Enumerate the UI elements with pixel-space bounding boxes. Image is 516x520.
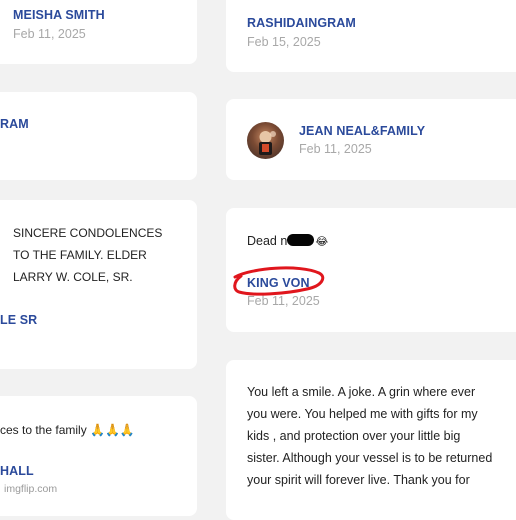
left-comment-card-1: MEISHA SMITH Feb 11, 2025 — [0, 0, 197, 64]
message-line: you were. You helped me with gifts for m… — [247, 407, 478, 421]
message-line: LARRY W. COLE, SR. — [13, 270, 133, 284]
message-line: SINCERE CONDOLENCES — [13, 226, 163, 240]
commenter-name[interactable]: MEISHA SMITH — [13, 8, 105, 22]
commenter-name[interactable]: LE SR — [0, 313, 37, 327]
left-comment-card-2: RAM — [0, 92, 197, 180]
commenter-name[interactable]: RASHIDAINGRAM — [247, 16, 356, 30]
comment-message: ces to the family 🙏🙏🙏 — [0, 423, 135, 437]
avatar[interactable] — [247, 122, 284, 159]
redaction-scribble — [287, 234, 315, 246]
message-text: Dead n — [247, 234, 288, 248]
commenter-name[interactable]: JEAN NEAL&FAMILY — [299, 124, 425, 138]
avatar-photo — [259, 131, 276, 155]
comment-message: You left a smile. A joke. A grin where e… — [247, 381, 492, 491]
message-line: kids , and protection over your little b… — [247, 429, 461, 443]
message-line: sister. Although your vessel is to be re… — [247, 451, 493, 465]
right-comment-card-2: JEAN NEAL&FAMILY Feb 11, 2025 — [226, 99, 516, 180]
left-comment-card-4: ces to the family 🙏🙏🙏 HALL — [0, 396, 197, 516]
commenter-name[interactable]: HALL — [0, 464, 34, 478]
comment-date: Feb 15, 2025 — [247, 35, 321, 49]
red-circle-annotation — [233, 266, 325, 296]
comment-message: SINCERE CONDOLENCES TO THE FAMILY. ELDER… — [13, 222, 162, 288]
left-comment-card-3: SINCERE CONDOLENCES TO THE FAMILY. ELDER… — [0, 200, 197, 369]
right-comment-card-4: You left a smile. A joke. A grin where e… — [226, 360, 516, 520]
right-comment-card-1: RASHIDAINGRAM Feb 15, 2025 — [226, 0, 516, 72]
comment-date: Feb 11, 2025 — [13, 27, 86, 41]
comment-message: Dead n 😂 — [247, 230, 328, 253]
commenter-name[interactable]: RAM — [0, 117, 29, 131]
laughing-emoji-icon: 😂 — [315, 235, 329, 248]
watermark: imgflip.com — [4, 483, 58, 495]
message-line: You left a smile. A joke. A grin where e… — [247, 385, 476, 399]
message-line: your spirit will forever live. Thank you… — [247, 473, 470, 487]
message-line: TO THE FAMILY. ELDER — [13, 248, 147, 262]
comment-date: Feb 11, 2025 — [299, 142, 372, 156]
right-comment-card-3: Dead n 😂 KING VON Feb 11, 2025 — [226, 208, 516, 332]
